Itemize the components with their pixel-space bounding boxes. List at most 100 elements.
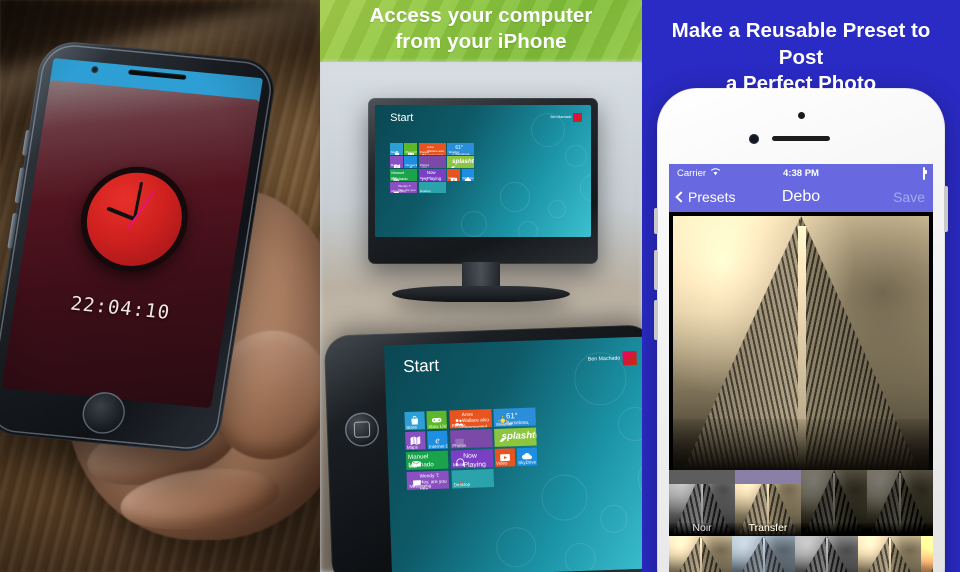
panel-preset-photo-app: Make a Reusable Preset to Post a Perfect… — [642, 0, 960, 572]
phone-device-landscape: Start Ben Machado Store Xbox LIVE Games Anne… — [323, 324, 642, 572]
start-tile-xbox-live-games[interactable]: Xbox LIVE Games — [426, 410, 448, 430]
start-tile-photos[interactable]: Photos — [418, 156, 446, 168]
photo-preview-area[interactable] — [669, 212, 933, 470]
tile-headline: Anne Wallace also commented on Emma Lee'… — [426, 144, 445, 155]
proximity-sensor-icon — [798, 112, 805, 119]
tile-content: Now PlayingIbizaVipen Creek ClubLetters — [463, 451, 492, 469]
start-tile-internet-explorer[interactable]: eInternet Explorer — [427, 430, 449, 450]
start-tile-store[interactable]: Store — [390, 143, 403, 155]
panel2-header-line2: from your iPhone — [395, 30, 567, 54]
app-screen[interactable]: Carrier 4:38 PM Presets Debo Save Noir T… — [669, 164, 933, 572]
start-tile-people[interactable]: Anne Wallace also commented on Emma Lee'… — [448, 409, 492, 429]
analog-clock-icon — [73, 161, 196, 277]
filter-thumbnail-2[interactable] — [801, 470, 867, 536]
tile-label: Internet Explorer — [405, 163, 417, 168]
save-button[interactable]: Save — [893, 189, 925, 205]
tile-content: splashtop2 — [502, 430, 537, 444]
home-button[interactable] — [344, 411, 380, 448]
start-tile-mail[interactable]: Manuel MachadoRE: vacation photosThese p… — [390, 169, 418, 181]
start-tile-weather[interactable]: 61°Barcelona, SpainSunny 45°/61°Weather — [493, 407, 536, 428]
phone-mute-switch[interactable] — [654, 208, 658, 234]
panel2-header-line1: Access your computer — [369, 4, 593, 27]
windows-start-screen-phone[interactable]: Start Ben Machado Store Xbox LIVE Games Anne… — [384, 336, 642, 572]
photo-artwork — [673, 216, 929, 470]
start-tile-weather[interactable]: 61°Barcelona, SpainSunny 45°/61°Weather — [447, 143, 475, 155]
tile-label: Mail — [408, 464, 418, 470]
tile-content: Anne Wallace also commented on Emma Lee'… — [427, 145, 445, 155]
panel2-header-text: Access your computer from your iPhone — [320, 0, 642, 55]
phone-volume-down-button[interactable] — [654, 300, 658, 340]
app-nav-bar: Presets Debo Save — [669, 182, 933, 212]
panel3-header-line2: a Perfect Photo — [725, 72, 877, 96]
start-tile-photos[interactable]: Photos — [449, 429, 493, 449]
start-tile-music[interactable]: Now PlayingIbizaVipen Creek ClubLettersM… — [418, 169, 446, 181]
start-tile-people[interactable]: Anne Wallace also commented on Emma Lee'… — [418, 143, 446, 155]
filter-thumbnail-secondary-0[interactable] — [669, 536, 732, 572]
timer-app-screen[interactable]: 22:04:10 — [1, 79, 260, 409]
tile-label: Music — [452, 462, 465, 468]
start-tile-splashtop2[interactable]: splashtop2 — [447, 156, 475, 168]
back-to-presets-button[interactable]: Presets — [675, 189, 735, 205]
tile-label: SkyDrive — [518, 459, 537, 466]
filter-thumbnail-transfer[interactable]: Transfer — [735, 470, 801, 536]
start-tile-internet-explorer[interactable]: eInternet Explorer — [404, 156, 418, 168]
tile-label: Weather — [495, 420, 513, 427]
phone-volume-up-button[interactable] — [654, 250, 658, 290]
panel3-header-line1: Make a Reusable Preset to Post — [671, 19, 931, 69]
start-tile-desktop[interactable]: Desktop — [418, 181, 446, 194]
start-tile-skydrive[interactable]: SkyDrive — [516, 447, 538, 467]
start-screen-title: Start — [402, 355, 440, 376]
start-tile-messaging[interactable]: Wendy T: Hey, are you free...Messaging — [406, 470, 450, 490]
start-tile-store[interactable]: Store — [404, 411, 426, 431]
panel-splashtop-remote: Access your computer from your iPhone St… — [320, 0, 642, 572]
start-tile-mail[interactable]: Manuel MachadoRE: vacation photosThese p… — [406, 450, 449, 471]
tile-content: Now PlayingIbizaVipen Creek ClubLetters — [427, 170, 445, 180]
tile-headline: Anne Wallace also commented on Emma Lee'… — [461, 412, 490, 429]
filter-thumbnail-secondary-1[interactable] — [732, 536, 795, 572]
start-tile-maps[interactable]: Maps — [390, 156, 403, 168]
desktop-monitor: Start Ben Machado Store Xbox LIVE Games Anne… — [368, 98, 598, 264]
earpiece-speaker-icon — [772, 136, 830, 141]
user-account-tile[interactable]: Ben Machado — [550, 112, 583, 122]
phone-power-button[interactable] — [944, 186, 948, 232]
start-tile-messaging[interactable]: Wendy T: Hey, are you free...Messaging — [390, 181, 418, 194]
filter-thumbnail-noir[interactable]: Noir — [669, 470, 735, 536]
filter-thumbnail-3[interactable] — [867, 470, 933, 536]
start-tile-skydrive[interactable]: SkyDrive — [461, 169, 475, 181]
filter-thumbnail-secondary-3[interactable] — [858, 536, 921, 572]
start-tile-video[interactable]: Video — [447, 169, 461, 181]
tile-label: Desktop — [453, 482, 471, 488]
start-tile-desktop[interactable]: Desktop — [451, 469, 494, 489]
clock-hour-hand — [106, 206, 136, 221]
filter-thumbnail-secondary-2[interactable] — [795, 536, 858, 572]
windows-start-screen-monitor[interactable]: Start Ben Machado Store Xbox LIVE Games Anne… — [375, 105, 591, 237]
start-tile-xbox-live-games[interactable]: Xbox LIVE Games — [404, 143, 418, 155]
start-tile-music[interactable]: Now PlayingIbizaVipen Creek ClubLettersM… — [450, 449, 494, 469]
status-bar-time: 4:38 PM — [783, 167, 819, 179]
tile-label: People — [451, 422, 466, 428]
tile-label: Store — [390, 150, 398, 155]
filter-selected-indicator — [669, 470, 735, 484]
tile-label: Desktop — [420, 189, 431, 194]
skyscraper-photo[interactable] — [673, 216, 929, 470]
panel2-header-banner: Access your computer from your iPhone — [320, 0, 642, 62]
phone-screen-landscape[interactable]: Start Ben Machado Store Xbox LIVE Games Anne… — [384, 336, 642, 572]
filter-thumbnail-row-secondary[interactable] — [669, 536, 933, 572]
avatar — [622, 350, 637, 366]
ios-status-bar: Carrier 4:38 PM — [669, 164, 933, 182]
tile-label: Video — [496, 460, 508, 467]
front-camera-icon — [749, 134, 759, 144]
photo-artwork — [858, 536, 921, 572]
user-name-label: Ben Machado — [587, 355, 621, 363]
photo-artwork — [669, 536, 732, 572]
monitor-screen[interactable]: Start Ben Machado Store Xbox LIVE Games Anne… — [375, 105, 591, 237]
photo-artwork — [867, 470, 933, 536]
start-tile-maps[interactable]: Maps — [405, 431, 427, 451]
phone-device-white: Carrier 4:38 PM Presets Debo Save Noir T… — [654, 88, 948, 572]
filter-thumbnail-row-primary[interactable]: Noir Transfer — [669, 470, 933, 536]
start-tile-splashtop2[interactable]: splashtop2 — [493, 427, 537, 447]
clock-second-hand — [126, 192, 154, 231]
start-tile-video[interactable]: Video — [494, 448, 516, 467]
user-account-tile[interactable]: Ben Machado — [587, 350, 637, 367]
filter-thumbnail-secondary-4[interactable] — [921, 536, 933, 572]
